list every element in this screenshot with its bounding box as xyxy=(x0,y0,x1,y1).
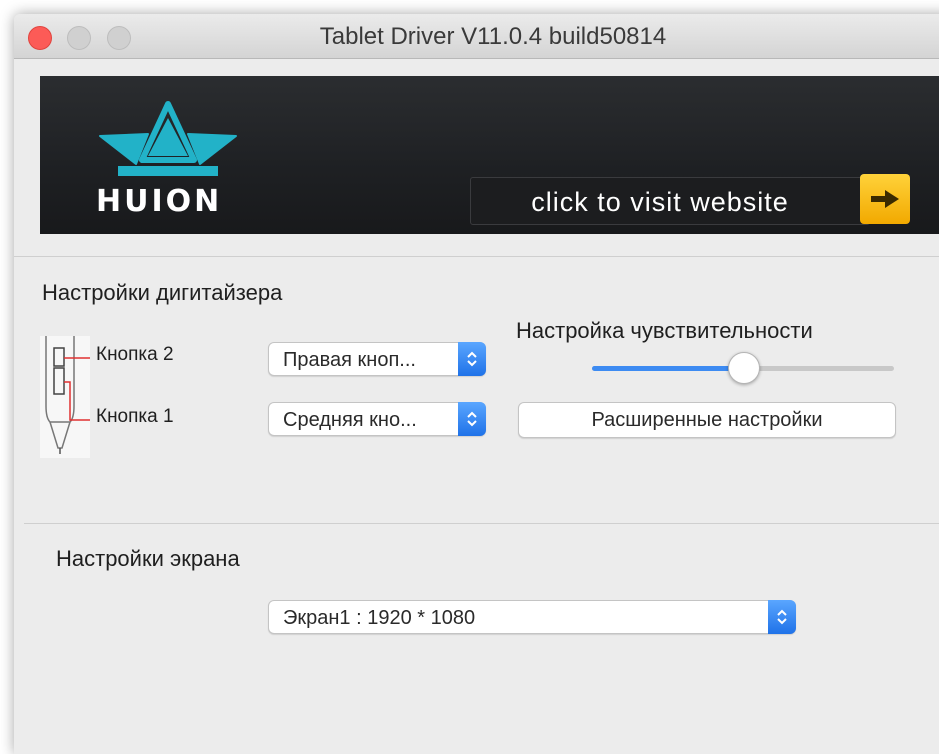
display-value: Экран1 : 1920 * 1080 xyxy=(283,607,476,629)
title-bar[interactable]: Tablet Driver V11.0.4 build50814 xyxy=(14,14,939,59)
huion-banner: HUION click to visit website xyxy=(40,76,939,234)
pen-button-2-value: Правая кноп... xyxy=(283,349,416,371)
tablet-driver-window: Tablet Driver V11.0.4 build50814 HUION c… xyxy=(14,14,939,754)
pen-button-2-select[interactable]: Правая кноп... xyxy=(268,342,486,376)
visit-website-button[interactable]: click to visit website xyxy=(470,177,870,225)
arrow-right-icon xyxy=(871,190,899,208)
pen-button-1-value: Средняя кно... xyxy=(283,409,417,431)
display-select[interactable]: Экран1 : 1920 * 1080 xyxy=(268,600,796,634)
select-stepper-icon xyxy=(768,600,796,634)
stylus-icon xyxy=(45,336,90,454)
visit-website-arrow-button[interactable] xyxy=(860,174,910,224)
window-title: Tablet Driver V11.0.4 build50814 xyxy=(319,23,667,50)
pen-button-1-select[interactable]: Средняя кно... xyxy=(268,402,486,436)
sensitivity-label: Настройка чувствительности xyxy=(516,318,813,343)
screen-settings-label: Настройки экрана xyxy=(56,546,240,571)
sensitivity-slider-knob[interactable] xyxy=(728,352,760,384)
select-stepper-icon xyxy=(458,402,486,436)
section-divider-top xyxy=(14,256,939,257)
section-divider-bottom xyxy=(24,523,939,524)
pen-diagram xyxy=(40,336,90,458)
digitizer-settings-label: Настройки дигитайзера xyxy=(42,280,283,305)
sensitivity-slider-fill xyxy=(592,366,743,371)
huion-crown-logo-icon xyxy=(99,101,237,176)
pen-button-2-label: Кнопка 2 xyxy=(96,344,174,365)
advanced-settings-button[interactable]: Расширенные настройки xyxy=(518,402,896,438)
select-stepper-icon xyxy=(458,342,486,376)
sensitivity-slider[interactable] xyxy=(592,352,894,384)
pen-button-1-label: Кнопка 1 xyxy=(96,406,174,427)
huion-wordmark: HUION xyxy=(96,184,223,219)
